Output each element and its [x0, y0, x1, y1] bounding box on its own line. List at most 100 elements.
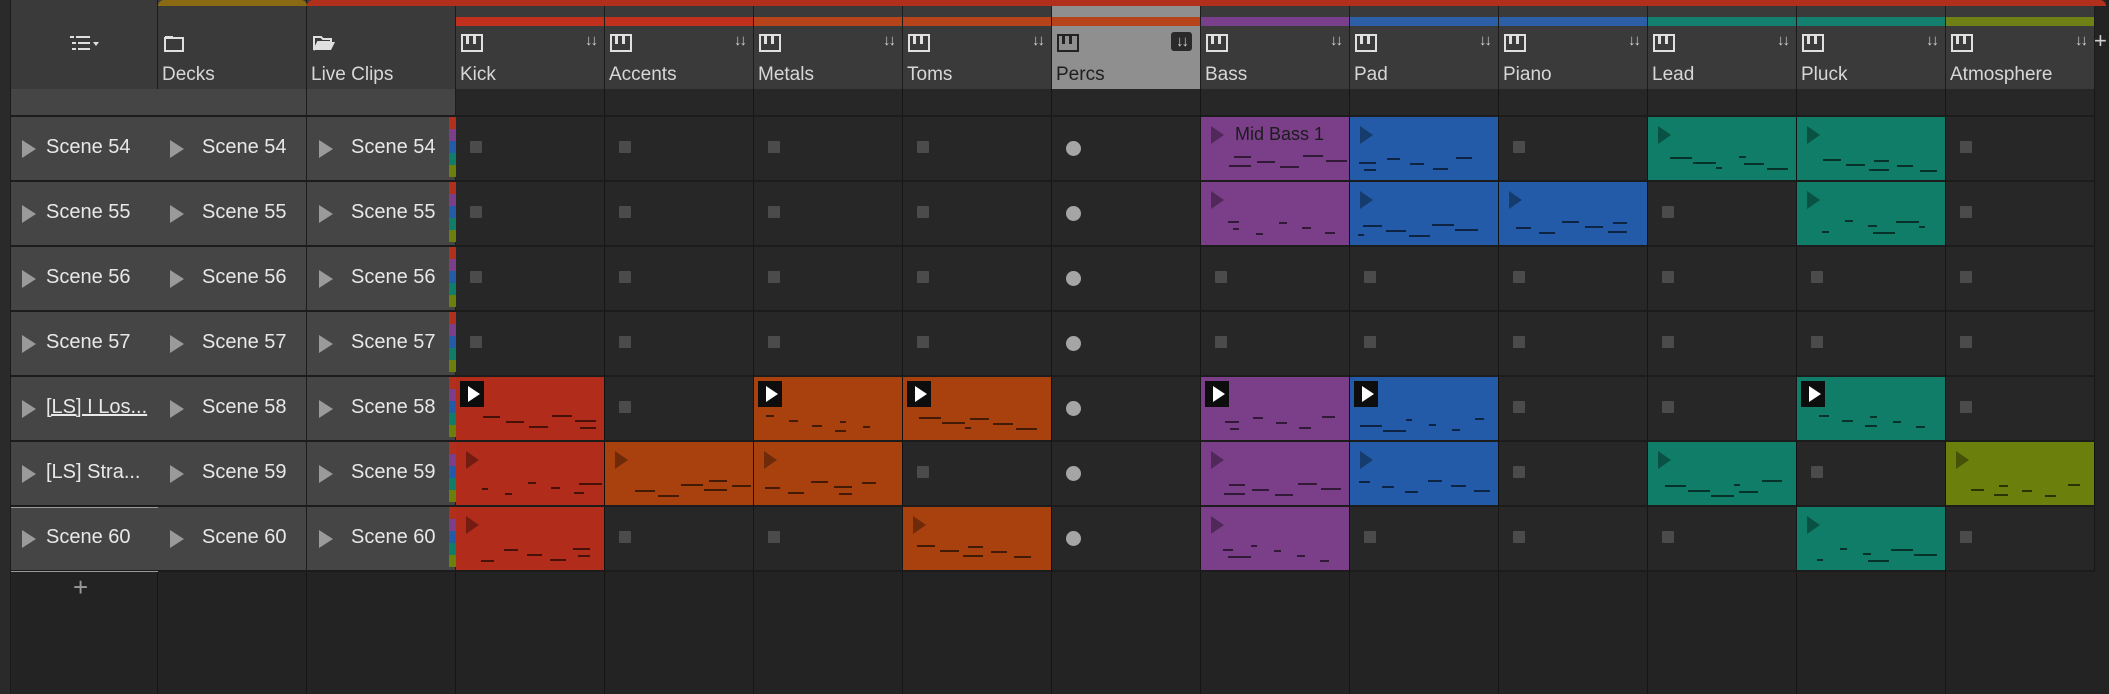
stop-icon[interactable] [1513, 336, 1525, 348]
scene-launcher-live[interactable]: Scene 59 [307, 442, 456, 507]
clip-play-icon[interactable] [1509, 191, 1522, 209]
record-arm-icon[interactable]: ↓↓ [1926, 32, 1939, 49]
clip-play-icon[interactable] [1956, 451, 1969, 469]
empty-clip-slot[interactable] [1946, 312, 2095, 377]
record-dot-icon[interactable] [1066, 531, 1081, 546]
stop-icon[interactable] [470, 336, 482, 348]
track-header-toms[interactable]: ↓↓ Toms [903, 0, 1052, 89]
scene-launcher-col1[interactable]: Scene 57 [10, 312, 159, 377]
empty-clip-slot[interactable] [1052, 507, 1201, 572]
list-menu-icon[interactable] [68, 34, 102, 59]
scene-launcher-live[interactable]: Scene 58 [307, 377, 456, 442]
clip[interactable] [1797, 182, 1946, 247]
scene-launcher-col1[interactable]: Scene 55 [10, 182, 159, 247]
clip[interactable] [456, 507, 605, 572]
empty-clip-slot[interactable] [1052, 377, 1201, 442]
track-header-pad[interactable]: ↓↓ Pad [1350, 0, 1499, 89]
track-header-lead[interactable]: ↓↓ Lead [1648, 0, 1797, 89]
stop-icon[interactable] [1364, 531, 1376, 543]
clip[interactable] [605, 442, 754, 507]
play-icon[interactable] [170, 205, 184, 223]
clip-play-icon[interactable] [1360, 451, 1373, 469]
clip[interactable] [1797, 377, 1946, 442]
scene-launcher-live[interactable]: Scene 60 [307, 507, 456, 572]
clip-play-icon[interactable] [1354, 381, 1378, 407]
folder-closed-icon[interactable] [163, 34, 185, 52]
stop-icon[interactable] [917, 271, 929, 283]
stop-icon[interactable] [917, 206, 929, 218]
track-header-percs[interactable]: ↓↓ Percs [1052, 0, 1201, 89]
stop-icon[interactable] [768, 336, 780, 348]
empty-clip-slot[interactable] [1052, 117, 1201, 182]
scene-launcher-live[interactable]: Scene 56 [307, 247, 456, 312]
track-header-atmosphere[interactable]: ↓↓ Atmosphere [1946, 0, 2095, 89]
clip-play-icon[interactable] [460, 381, 484, 407]
empty-clip-slot[interactable] [1201, 312, 1350, 377]
clip[interactable] [1201, 182, 1350, 247]
empty-clip-slot[interactable] [754, 117, 903, 182]
empty-clip-slot[interactable] [754, 312, 903, 377]
scene-launcher-decks[interactable]: Scene 56 [158, 247, 307, 312]
empty-clip-slot[interactable] [1648, 377, 1797, 442]
empty-clip-slot[interactable] [1201, 247, 1350, 312]
clip-play-icon[interactable] [1211, 516, 1224, 534]
empty-clip-slot[interactable] [1499, 117, 1648, 182]
clip[interactable] [1797, 507, 1946, 572]
play-icon[interactable] [319, 270, 333, 288]
play-icon[interactable] [319, 140, 333, 158]
stop-icon[interactable] [1513, 141, 1525, 153]
record-arm-icon[interactable]: ↓↓ [2075, 32, 2088, 49]
empty-clip-slot[interactable] [1350, 312, 1499, 377]
clip-play-icon[interactable] [1807, 516, 1820, 534]
stop-icon[interactable] [1513, 271, 1525, 283]
record-arm-icon[interactable]: ↓↓ [585, 32, 598, 49]
play-icon[interactable] [22, 400, 36, 418]
clip[interactable] [1350, 442, 1499, 507]
stop-icon[interactable] [1364, 271, 1376, 283]
empty-clip-slot[interactable] [605, 507, 754, 572]
clip[interactable] [903, 377, 1052, 442]
stop-icon[interactable] [619, 401, 631, 413]
stop-icon[interactable] [768, 141, 780, 153]
record-arm-icon[interactable]: ↓↓ [1777, 32, 1790, 49]
play-icon[interactable] [319, 465, 333, 483]
empty-clip-slot[interactable] [605, 377, 754, 442]
empty-clip-slot[interactable] [605, 182, 754, 247]
clip-play-icon[interactable] [1807, 126, 1820, 144]
empty-clip-slot[interactable] [1052, 247, 1201, 312]
scene-launcher-live[interactable]: Scene 57 [307, 312, 456, 377]
clip[interactable] [1499, 182, 1648, 247]
clip[interactable] [1201, 507, 1350, 572]
clip-play-icon[interactable] [1658, 451, 1671, 469]
stop-icon[interactable] [1811, 271, 1823, 283]
play-icon[interactable] [319, 400, 333, 418]
empty-clip-slot[interactable] [1350, 247, 1499, 312]
play-icon[interactable] [319, 335, 333, 353]
clip-play-icon[interactable] [907, 381, 931, 407]
stop-icon[interactable] [1960, 271, 1972, 283]
record-dot-icon[interactable] [1066, 271, 1081, 286]
empty-clip-slot[interactable] [903, 117, 1052, 182]
play-icon[interactable] [22, 140, 36, 158]
stop-icon[interactable] [1662, 401, 1674, 413]
play-icon[interactable] [319, 205, 333, 223]
clip[interactable] [1648, 442, 1797, 507]
scene-launcher-decks[interactable]: Scene 59 [158, 442, 307, 507]
record-dot-icon[interactable] [1066, 336, 1081, 351]
add-scene-button[interactable]: + [73, 572, 88, 603]
clip-play-icon[interactable] [1801, 381, 1825, 407]
clip[interactable] [1201, 377, 1350, 442]
stop-icon[interactable] [1960, 336, 1972, 348]
clip[interactable] [754, 377, 903, 442]
track-header-bass[interactable]: ↓↓ Bass [1201, 0, 1350, 89]
clip-play-icon[interactable] [1211, 191, 1224, 209]
empty-clip-slot[interactable] [605, 117, 754, 182]
record-dot-icon[interactable] [1066, 141, 1081, 156]
scene-launcher-decks[interactable]: Scene 60 [158, 507, 307, 572]
play-icon[interactable] [319, 530, 333, 548]
play-icon[interactable] [22, 270, 36, 288]
empty-clip-slot[interactable] [903, 442, 1052, 507]
clip-play-icon[interactable] [1211, 126, 1224, 144]
clip[interactable] [1350, 117, 1499, 182]
clip[interactable] [1797, 117, 1946, 182]
